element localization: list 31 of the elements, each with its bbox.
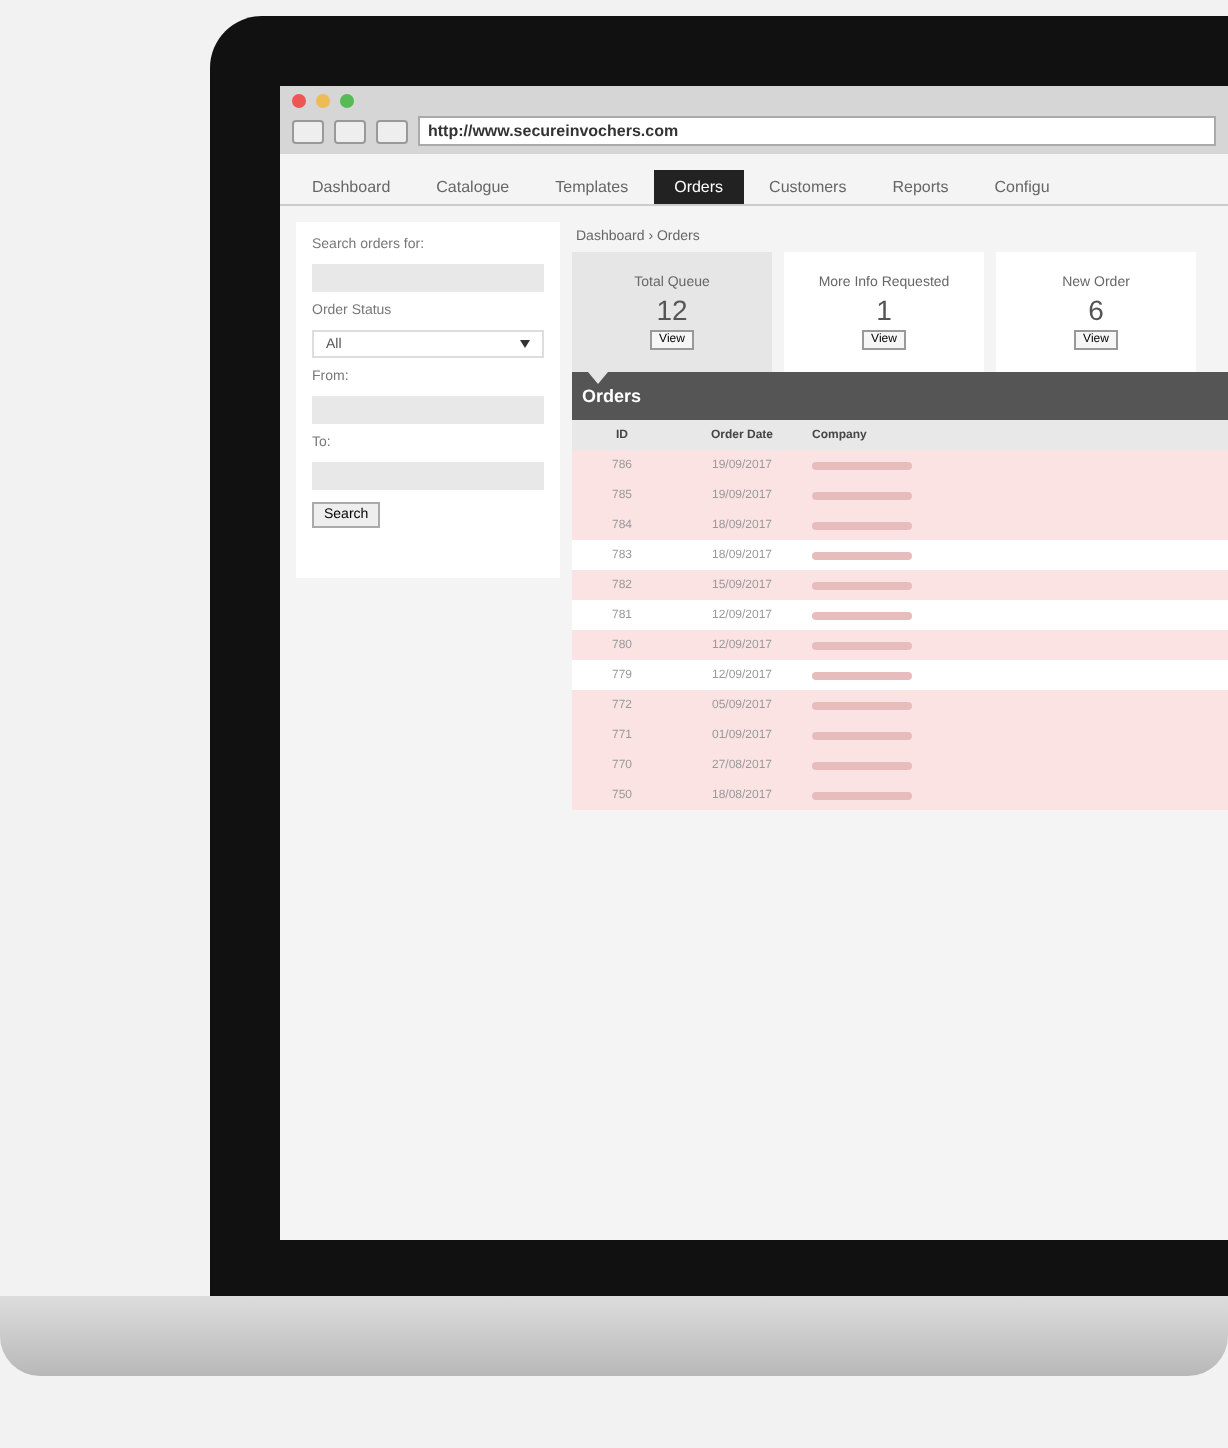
nav-tab[interactable]: Customers [749, 170, 867, 204]
blurred-text [812, 521, 912, 529]
nav-tab[interactable]: Configu [974, 170, 1070, 204]
close-icon[interactable] [292, 94, 306, 108]
forward-button[interactable] [334, 119, 366, 143]
blurred-text [812, 461, 912, 469]
back-button[interactable] [292, 119, 324, 143]
nav-tab[interactable]: Templates [535, 170, 649, 204]
blurred-text [812, 641, 912, 649]
maximize-icon[interactable] [340, 94, 354, 108]
blurred-text [812, 611, 912, 619]
blurred-text [812, 581, 912, 589]
nav-tab[interactable]: Dashboard [292, 170, 411, 204]
card-count: 1 [876, 293, 892, 325]
nav-tab[interactable]: Orders [654, 170, 744, 204]
orders-header: Orders [572, 372, 1228, 420]
blurred-text [812, 491, 912, 499]
minimize-icon[interactable] [316, 94, 330, 108]
blurred-text [812, 671, 912, 679]
nav-tab[interactable]: Reports [872, 170, 969, 204]
reload-button[interactable] [376, 119, 408, 143]
caret-icon [520, 340, 530, 348]
address-bar[interactable]: http://www.secureinvochers.com [418, 116, 1216, 146]
blurred-text [812, 731, 912, 739]
blurred-text [812, 701, 912, 709]
nav-tab[interactable]: Catalogue [416, 170, 530, 204]
blurred-text [812, 791, 912, 799]
card-count: 6 [1088, 293, 1104, 325]
card-count: 12 [656, 293, 688, 325]
blurred-text [812, 761, 912, 769]
blurred-text [812, 551, 912, 559]
